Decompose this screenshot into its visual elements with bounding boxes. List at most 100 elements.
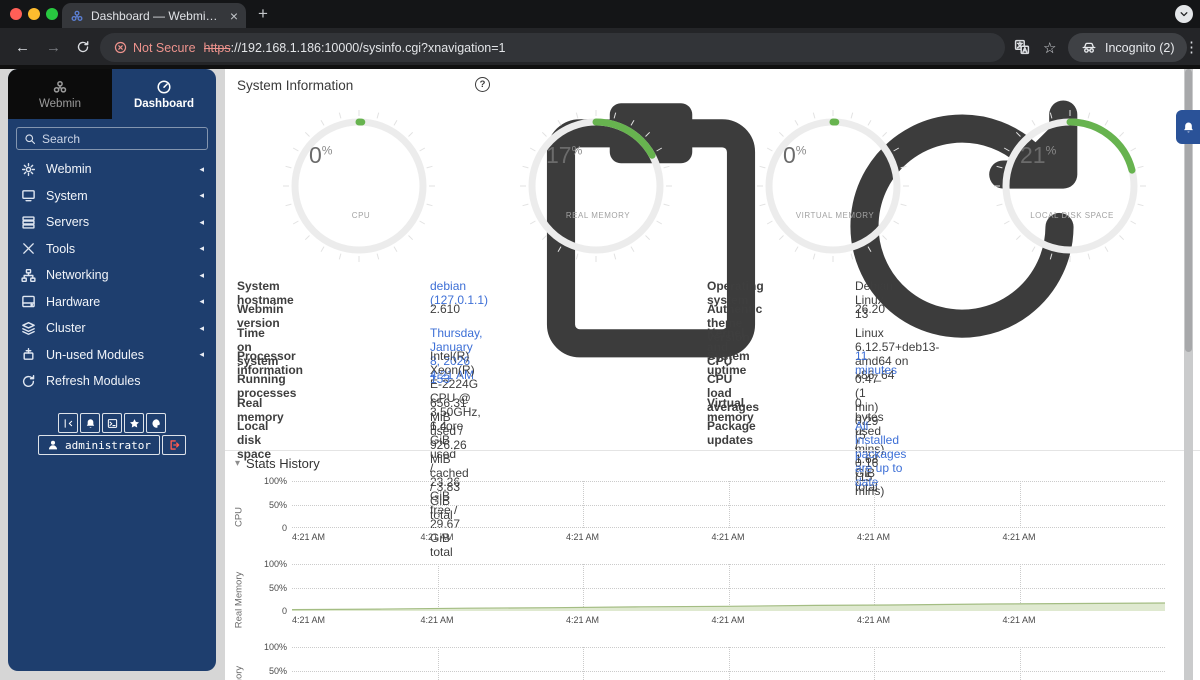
info-value: 26.20	[855, 302, 886, 317]
gear-icon	[21, 162, 36, 177]
favorites-button[interactable]	[124, 413, 144, 433]
stats-chart-memory: Memory100%50%	[225, 642, 1200, 680]
sidebar-footer: administrator	[8, 413, 216, 455]
new-tab-button[interactable]: +	[258, 4, 268, 24]
stats-history-header[interactable]: ▾ Stats History	[235, 456, 320, 471]
x-tick-label: 4:21 AM	[1002, 615, 1036, 625]
x-tick-label: 4:21 AM	[420, 532, 454, 542]
sidebar-item-system[interactable]: System ◂	[8, 183, 216, 210]
tab-dashboard-label: Dashboard	[133, 97, 195, 110]
collapse-triangle-icon: ▾	[235, 458, 241, 469]
sidebar-item-hardware[interactable]: Hardware ◂	[8, 289, 216, 316]
layers-icon	[21, 321, 36, 336]
y-tick-label: 100%	[263, 476, 287, 486]
y-tick-label: 0	[281, 606, 287, 616]
notifications-tab[interactable]	[1176, 110, 1200, 144]
x-tick-label: 4:21 AM	[292, 615, 326, 625]
browser-menu-icon[interactable]: ⋮	[1184, 38, 1199, 56]
forward-button[interactable]: →	[46, 39, 61, 56]
gauge-value: 0%	[309, 142, 333, 168]
user-icon	[47, 439, 59, 451]
address-bar[interactable]: Not Secure https://192.168.1.186:10000/s…	[100, 33, 1005, 62]
not-secure-label: Not Secure	[133, 40, 196, 55]
gauge-label: REAL MEMORY	[565, 211, 631, 220]
window-close-button[interactable]	[10, 8, 22, 20]
sidebar-item-label: Tools	[46, 241, 76, 256]
incognito-label: Incognito (2)	[1105, 40, 1175, 55]
x-tick-label: 4:21 AM	[857, 615, 891, 625]
gauge-value: 17%	[546, 142, 583, 168]
gauge-label: CPU	[351, 211, 371, 220]
logout-button[interactable]	[162, 435, 187, 455]
info-label: Local disk space	[237, 418, 272, 461]
monitor-icon	[21, 188, 36, 203]
translate-icon[interactable]	[1014, 39, 1030, 55]
palette-icon	[151, 418, 162, 429]
bell-icon	[1182, 121, 1195, 134]
sidebar-item-webmin[interactable]: Webmin ◂	[8, 156, 216, 183]
sidebar-item-networking[interactable]: Networking ◂	[8, 262, 216, 289]
chart-plot-area	[292, 564, 1165, 611]
sidebar-item-label: Hardware	[46, 294, 101, 309]
chart-plot-area	[292, 647, 1165, 680]
search-box[interactable]	[16, 127, 208, 150]
browser-tab[interactable]: Dashboard — Webmin 2.610 ( ×	[62, 3, 246, 28]
reload-button[interactable]	[76, 40, 90, 54]
tab-title: Dashboard — Webmin 2.610 (	[91, 8, 223, 23]
account-button[interactable]: administrator	[37, 435, 161, 455]
gauge-value: 21%	[1020, 142, 1057, 168]
window-minimize-button[interactable]	[28, 8, 40, 20]
tab-dashboard[interactable]: Dashboard	[112, 69, 216, 119]
notifications-button[interactable]	[80, 413, 100, 433]
stats-chart-cpu: CPU 100% 50% 0 4:21 AM 4:21 AM 4:21 AM 4:21 AM 4…	[225, 476, 1200, 563]
plug-icon	[21, 347, 36, 362]
terminal-button[interactable]	[102, 413, 122, 433]
sidebar-item-cluster[interactable]: Cluster ◂	[8, 315, 216, 342]
chevron-left-icon: ◂	[199, 296, 204, 307]
window-zoom-button[interactable]	[46, 8, 58, 20]
chevron-left-icon: ◂	[199, 349, 204, 360]
stats-chart-real-memory: Real Memory 100% 50% 0 4:21 AM 4:21 AM 4:21 AM…	[225, 559, 1200, 646]
sidebar-item-label: Webmin	[46, 162, 92, 177]
tab-close-icon[interactable]: ×	[230, 9, 238, 23]
incognito-badge[interactable]: Incognito (2)	[1068, 33, 1188, 62]
x-tick-label: 4:21 AM	[711, 532, 745, 542]
refresh-icon	[21, 374, 36, 389]
sidebar-item-label: System	[46, 188, 88, 203]
incognito-icon	[1081, 41, 1097, 55]
not-secure-badge[interactable]: Not Secure	[114, 41, 196, 55]
webmin-page: Webmin Dashboard Webmin◂System◂Servers◂T…	[0, 65, 1200, 680]
search-icon	[24, 133, 36, 145]
tools-icon	[21, 241, 36, 256]
info-label: Package updates	[707, 418, 756, 447]
not-secure-icon	[114, 41, 127, 54]
x-tick-label: 4:21 AM	[566, 532, 600, 542]
sidebar-menu: Webmin ◂ System ◂ Servers ◂ Tools ◂ Networking ◂ H…	[8, 156, 216, 395]
sidebar: Webmin Dashboard Webmin◂System◂Servers◂T…	[8, 69, 216, 671]
sidebar-item-label: Un-used Modules	[46, 347, 144, 362]
network-icon	[21, 268, 36, 283]
gauge-real-memory: 17% REAL MEMORY	[520, 110, 672, 262]
page-title: System Information	[237, 78, 354, 93]
tab-strip: Dashboard — Webmin 2.610 ( × +	[0, 0, 1200, 28]
sidebar-item-servers[interactable]: Servers ◂	[8, 209, 216, 236]
hard-drive-icon	[21, 294, 36, 309]
x-tick-label: 4:21 AM	[420, 615, 454, 625]
sidebar-item-refresh-modules[interactable]: Refresh Modules	[8, 368, 216, 395]
bookmark-star-icon[interactable]: ☆	[1043, 39, 1056, 57]
search-input[interactable]	[42, 131, 182, 146]
sidebar-item-un-used-modules[interactable]: Un-used Modules ◂	[8, 342, 216, 369]
collapse-sidebar-button[interactable]	[58, 413, 78, 433]
chevron-down-icon[interactable]	[1175, 5, 1193, 23]
scrollbar-track[interactable]	[1184, 69, 1193, 680]
sidebar-item-tools[interactable]: Tools ◂	[8, 236, 216, 263]
info-value[interactable]: All installed packages are up to date	[855, 419, 906, 489]
y-tick-label: 50%	[268, 582, 287, 593]
tab-webmin[interactable]: Webmin	[8, 69, 112, 119]
theme-button[interactable]	[146, 413, 166, 433]
bell-icon	[85, 418, 96, 429]
url-text: https://192.168.1.186:10000/sysinfo.cgi?…	[204, 41, 506, 55]
gauge-label: VIRTUAL MEMORY	[795, 211, 875, 220]
back-button[interactable]: ←	[15, 39, 30, 56]
info-value[interactable]: 153	[430, 372, 450, 386]
